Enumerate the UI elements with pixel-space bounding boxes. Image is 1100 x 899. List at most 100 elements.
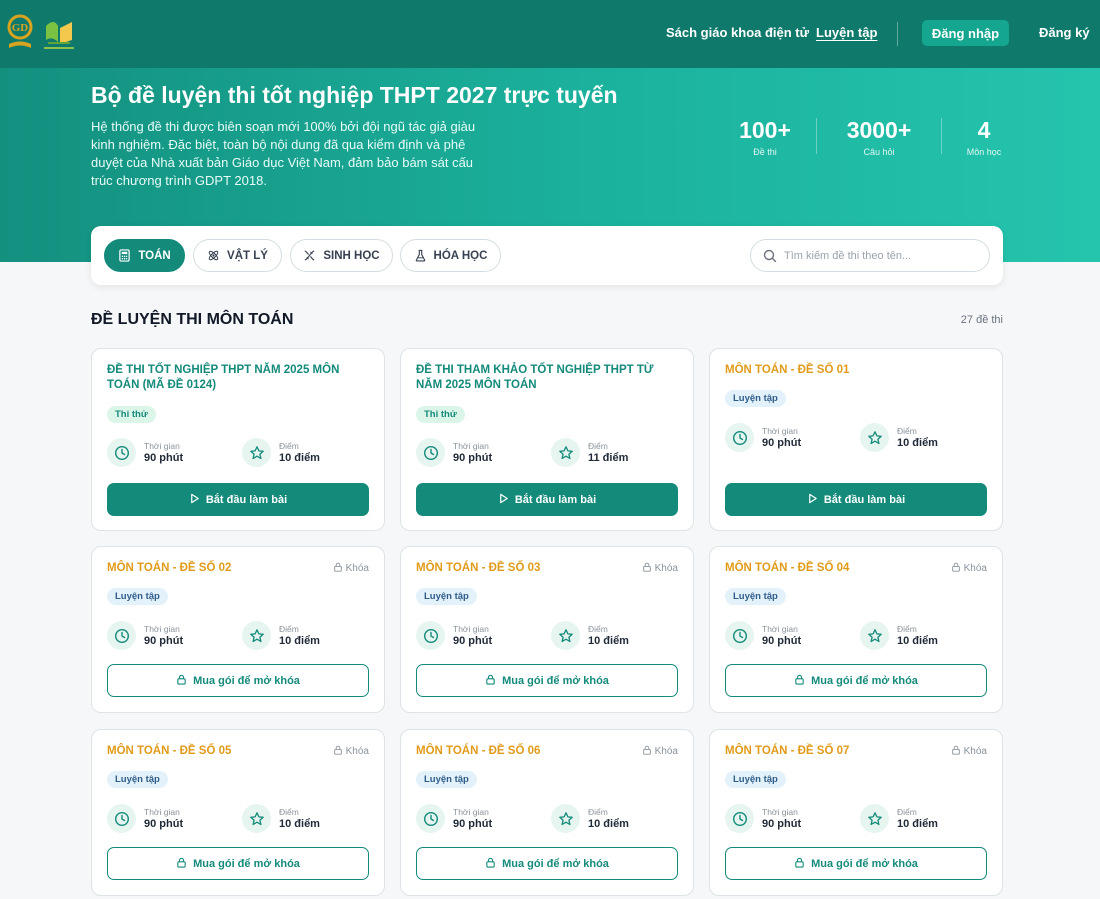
stat-label: Môn học bbox=[966, 147, 1002, 157]
start-exam-button[interactable]: Bắt đầu làm bài bbox=[107, 483, 369, 516]
tab-chemistry[interactable]: HÓA HỌC bbox=[400, 239, 501, 272]
exam-title[interactable]: MÔN TOÁN - ĐỀ SỐ 04 bbox=[725, 561, 975, 576]
flask-icon bbox=[415, 249, 425, 262]
unlock-button[interactable]: Mua gói để mở khóa bbox=[725, 664, 987, 697]
stat-value: 3000+ bbox=[846, 117, 912, 143]
lock-icon bbox=[333, 745, 343, 758]
exam-card[interactable]: MÔN TOÁN - ĐỀ SỐ 06 Khóa Luyện tập Thời gia… bbox=[400, 729, 694, 896]
play-icon bbox=[189, 493, 200, 507]
exam-card[interactable]: ĐỀ THI THAM KHẢO TỐT NGHIỆP THPT TỪ NĂM … bbox=[400, 348, 694, 531]
clock-icon bbox=[107, 438, 136, 467]
exam-card[interactable]: MÔN TOÁN - ĐỀ SỐ 02 Khóa Luyện tập Thời gia… bbox=[91, 546, 385, 713]
search-icon bbox=[763, 249, 777, 262]
exam-title[interactable]: MÔN TOÁN - ĐỀ SỐ 06 bbox=[416, 744, 666, 759]
clock-icon bbox=[725, 804, 754, 833]
login-button[interactable]: Đăng nhập bbox=[922, 20, 1009, 46]
exam-card[interactable]: MÔN TOÁN - ĐỀ SỐ 01 Luyện tập Thời gian 90 … bbox=[709, 348, 1003, 531]
tab-biology[interactable]: SINH HỌC bbox=[290, 239, 393, 272]
unlock-label: Mua gói để mở khóa bbox=[502, 857, 609, 870]
duration-value: 90 phút bbox=[762, 436, 802, 449]
duration-label: Thời gian bbox=[453, 806, 489, 817]
stat-value: 4 bbox=[977, 117, 991, 143]
score-label: Điểm bbox=[588, 623, 608, 634]
score-label: Điểm bbox=[897, 806, 917, 817]
lock-icon bbox=[485, 674, 496, 688]
calculator-icon bbox=[119, 249, 131, 262]
exam-card[interactable]: MÔN TOÁN - ĐỀ SỐ 05 Khóa Luyện tập Thời gia… bbox=[91, 729, 385, 896]
exam-card[interactable]: MÔN TOÁN - ĐỀ SỐ 04 Khóa Luyện tập Thời gia… bbox=[709, 546, 1003, 713]
play-icon bbox=[498, 493, 509, 507]
gd-logo-icon[interactable]: GD bbox=[6, 14, 34, 52]
search-box[interactable] bbox=[750, 239, 990, 272]
score-label: Điểm bbox=[279, 623, 299, 634]
duration-label: Thời gian bbox=[144, 806, 180, 817]
score-value: 11 điểm bbox=[588, 451, 629, 464]
stat-subjects: 4 Môn học bbox=[958, 116, 1010, 157]
unlock-button[interactable]: Mua gói để mở khóa bbox=[416, 664, 678, 697]
exam-score: Điểm 10 điểm bbox=[860, 621, 938, 650]
star-icon bbox=[860, 804, 889, 833]
start-exam-button[interactable]: Bắt đầu làm bài bbox=[416, 483, 678, 516]
exam-card[interactable]: MÔN TOÁN - ĐỀ SỐ 03 Khóa Luyện tập Thời gia… bbox=[400, 546, 694, 713]
exam-title[interactable]: MÔN TOÁN - ĐỀ SỐ 01 bbox=[725, 363, 975, 378]
tab-label: SINH HỌC bbox=[323, 249, 380, 262]
exam-score: Điểm 10 điểm bbox=[242, 804, 320, 833]
exam-card[interactable]: MÔN TOÁN - ĐỀ SỐ 07 Khóa Luyện tập Thời gia… bbox=[709, 729, 1003, 896]
register-link[interactable]: Đăng ký bbox=[1039, 25, 1090, 40]
stat-label: Câu hỏi bbox=[863, 147, 895, 157]
unlock-label: Mua gói để mở khóa bbox=[193, 857, 300, 870]
exam-score: Điểm 10 điểm bbox=[860, 423, 938, 452]
unlock-button[interactable]: Mua gói để mở khóa bbox=[725, 847, 987, 880]
exam-title[interactable]: ĐỀ THI THAM KHẢO TỐT NGHIỆP THPT TỪ NĂM … bbox=[416, 363, 666, 393]
locked-indicator: Khóa bbox=[333, 562, 369, 575]
exam-title[interactable]: ĐỀ THI TỐT NGHIỆP THPT NĂM 2025 MÔN TOÁN… bbox=[107, 363, 357, 393]
exam-title[interactable]: MÔN TOÁN - ĐỀ SỐ 05 bbox=[107, 744, 357, 759]
locked-label: Khóa bbox=[345, 563, 369, 574]
book-logo-icon[interactable] bbox=[40, 16, 78, 52]
exam-type-badge: Luyện tập bbox=[725, 771, 786, 788]
exam-title[interactable]: MÔN TOÁN - ĐỀ SỐ 07 bbox=[725, 744, 975, 759]
start-exam-button[interactable]: Bắt đầu làm bài bbox=[725, 483, 987, 516]
unlock-button[interactable]: Mua gói để mở khóa bbox=[107, 664, 369, 697]
lock-icon bbox=[485, 857, 496, 871]
score-label: Điểm bbox=[279, 440, 299, 451]
lock-icon bbox=[794, 674, 805, 688]
exam-score: Điểm 10 điểm bbox=[242, 438, 320, 467]
nav-link-practice[interactable]: Luyện tập bbox=[816, 25, 877, 40]
exam-title[interactable]: MÔN TOÁN - ĐỀ SỐ 02 bbox=[107, 561, 357, 576]
score-label: Điểm bbox=[588, 806, 608, 817]
tab-math[interactable]: TOÁN bbox=[104, 239, 185, 272]
stat-divider bbox=[816, 118, 817, 154]
exam-title[interactable]: MÔN TOÁN - ĐỀ SỐ 03 bbox=[416, 561, 666, 576]
exam-type-badge: Luyện tập bbox=[725, 588, 786, 605]
stat-questions: 3000+ Câu hỏi bbox=[836, 116, 922, 157]
exam-type-badge: Thi thử bbox=[107, 406, 156, 423]
exam-card[interactable]: ĐỀ THI TỐT NGHIỆP THPT NĂM 2025 MÔN TOÁN… bbox=[91, 348, 385, 531]
unlock-label: Mua gói để mở khóa bbox=[811, 674, 918, 687]
star-icon bbox=[551, 804, 580, 833]
clock-icon bbox=[725, 423, 754, 452]
lock-icon bbox=[951, 745, 961, 758]
lock-icon bbox=[794, 857, 805, 871]
clock-icon bbox=[725, 621, 754, 650]
tab-physics[interactable]: VẬT LÝ bbox=[193, 239, 282, 272]
locked-label: Khóa bbox=[654, 746, 678, 757]
exam-score: Điểm 10 điểm bbox=[551, 621, 629, 650]
score-value: 10 điểm bbox=[279, 451, 320, 464]
stat-exams: 100+ Đề thi bbox=[728, 116, 802, 157]
star-icon bbox=[242, 621, 271, 650]
lock-icon bbox=[951, 562, 961, 575]
exam-type-badge: Luyện tập bbox=[725, 390, 786, 407]
duration-value: 90 phút bbox=[144, 451, 184, 464]
unlock-button[interactable]: Mua gói để mở khóa bbox=[416, 847, 678, 880]
tab-label: VẬT LÝ bbox=[227, 249, 268, 262]
star-icon bbox=[242, 804, 271, 833]
exam-score: Điểm 10 điểm bbox=[860, 804, 938, 833]
exam-score: Điểm 10 điểm bbox=[242, 621, 320, 650]
star-icon bbox=[551, 621, 580, 650]
unlock-button[interactable]: Mua gói để mở khóa bbox=[107, 847, 369, 880]
search-input[interactable] bbox=[784, 249, 974, 262]
exam-duration: Thời gian 90 phút bbox=[416, 438, 492, 467]
atom-icon bbox=[208, 250, 219, 261]
nav-link-ebook[interactable]: Sách giáo khoa điện tử bbox=[666, 25, 809, 40]
